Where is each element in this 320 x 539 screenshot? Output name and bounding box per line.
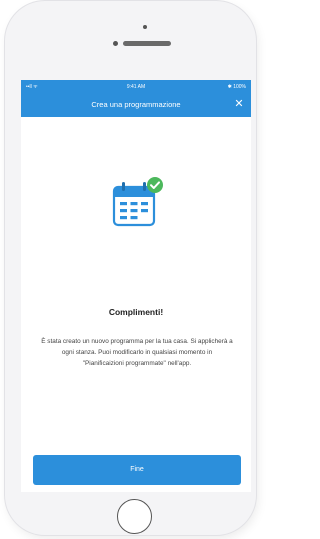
calendar-check-icon [108,175,168,231]
home-button[interactable] [117,499,152,534]
battery-indicator: ✱ 100% [227,84,246,90]
close-icon[interactable]: ✕ [233,98,245,110]
front-sensor [113,41,118,46]
status-bar: ••ll ᯤ 9:41 AM ✱ 100% [21,80,251,93]
status-time: 9:41 AM [126,84,146,90]
camera-dot [143,25,147,29]
success-message: È stata creato un nuovo programma per la… [41,338,233,367]
page-title: Crea una programmazione [91,100,181,109]
app-screen: ••ll ᯤ 9:41 AM ✱ 100% Crea una programma… [21,80,251,492]
success-heading: Complimenti! [108,307,164,317]
phone-frame: ••ll ᯤ 9:41 AM ✱ 100% Crea una programma… [5,1,256,535]
nav-bar: Crea una programmazione ✕ [21,93,251,117]
done-button[interactable]: Fine [33,455,241,485]
earpiece-speaker [123,41,171,46]
